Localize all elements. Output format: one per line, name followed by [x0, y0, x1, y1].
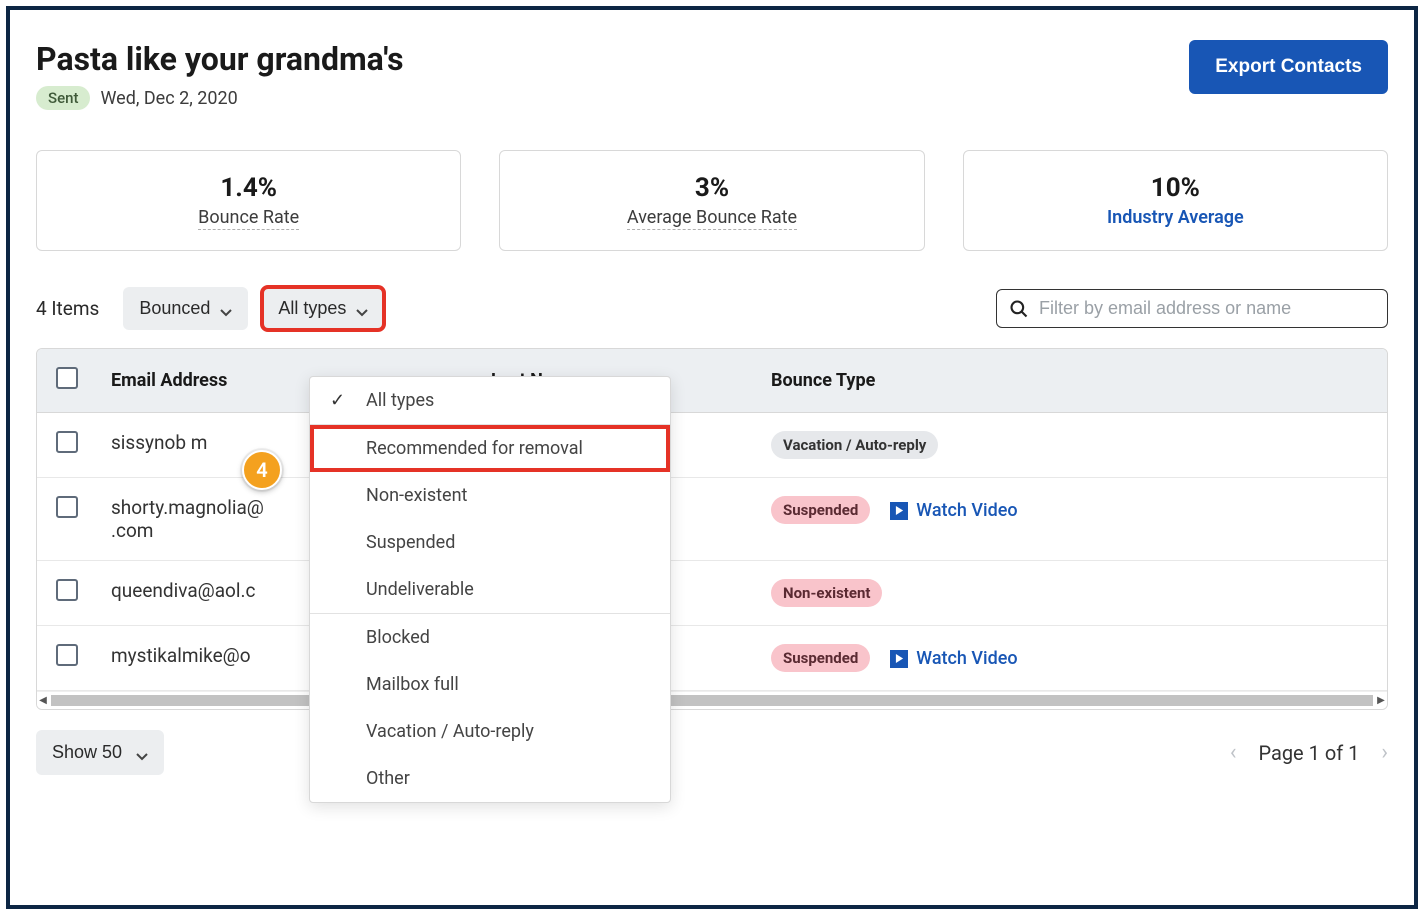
table-header-row: Email Address Last Name Bounce Type [37, 349, 1387, 413]
scroll-left-icon[interactable]: ◀ [37, 693, 49, 707]
stat-label: Average Bounce Rate [627, 207, 797, 230]
cell-bouncetype: Suspended Watch Video [757, 626, 1387, 691]
dropdown-item[interactable]: Mailbox full [310, 661, 670, 708]
contacts-table: Email Address Last Name Bounce Type siss… [37, 349, 1387, 691]
stat-label-link[interactable]: Industry Average [1107, 207, 1244, 229]
watch-video-link[interactable]: Watch Video [890, 648, 1017, 669]
stat-card-avg-bounce-rate: 3% Average Bounce Rate [499, 150, 924, 251]
type-filter-dropdown[interactable]: All typesRecommended for removalNon-exis… [309, 376, 671, 803]
contacts-table-wrap: Email Address Last Name Bounce Type siss… [36, 348, 1388, 710]
footer-row: Show 50 ‹ Page 1 of 1 › [36, 730, 1388, 775]
dropdown-item[interactable]: Undeliverable [310, 566, 670, 613]
bounce-type-badge: Suspended [771, 496, 870, 524]
col-bouncetype[interactable]: Bounce Type [757, 349, 1387, 413]
title-sub-row: Sent Wed, Dec 2, 2020 [36, 86, 404, 110]
scroll-track[interactable] [51, 695, 1373, 706]
stat-value: 1.4% [47, 173, 450, 203]
stats-row: 1.4% Bounce Rate 3% Average Bounce Rate … [36, 150, 1388, 251]
search-field-wrap[interactable] [996, 289, 1388, 328]
stat-value: 3% [510, 173, 913, 203]
table-row: queendiva@aol.cRossNon-existent [37, 561, 1387, 626]
title-block: Pasta like your grandma's Sent Wed, Dec … [36, 40, 404, 110]
dropdown-item[interactable]: Non-existent [310, 472, 670, 519]
watch-video-link[interactable]: Watch Video [890, 500, 1017, 521]
type-filter-select[interactable]: All types [262, 287, 384, 330]
controls-row: 4 Items Bounced All types [36, 287, 1388, 330]
horizontal-scrollbar[interactable]: ◀ ▶ [37, 691, 1387, 709]
cell-bouncetype: Suspended Watch Video [757, 478, 1387, 561]
status-filter-select[interactable]: Bounced [123, 287, 248, 330]
app-frame: Pasta like your grandma's Sent Wed, Dec … [6, 6, 1418, 909]
prev-page-button[interactable]: ‹ [1230, 740, 1237, 765]
row-checkbox[interactable] [56, 431, 78, 453]
header-row: Pasta like your grandma's Sent Wed, Dec … [36, 40, 1388, 110]
table-row: shorty.magnolia@ .comLowe-BridgewaterSus… [37, 478, 1387, 561]
search-icon [1009, 299, 1029, 319]
status-badge: Sent [36, 86, 90, 110]
dropdown-item[interactable]: All types [310, 377, 670, 424]
dropdown-item[interactable]: Other [310, 755, 670, 802]
page-label: Page 1 of 1 [1258, 741, 1359, 765]
next-page-button[interactable]: › [1381, 740, 1388, 765]
chevron-down-icon [136, 747, 148, 759]
play-icon [890, 650, 908, 668]
page-size-label: Show 50 [52, 742, 122, 763]
callout-step-badge: 4 [242, 450, 282, 490]
dropdown-item[interactable]: Recommended for removal [310, 425, 670, 472]
items-count: 4 Items [36, 297, 99, 320]
bounce-type-badge: Suspended [771, 644, 870, 672]
row-checkbox[interactable] [56, 496, 78, 518]
play-icon [890, 502, 908, 520]
stat-value: 10% [974, 173, 1377, 203]
export-contacts-button[interactable]: Export Contacts [1189, 40, 1388, 94]
search-input[interactable] [1039, 298, 1375, 319]
bounce-type-badge: Non-existent [771, 579, 882, 607]
stat-card-industry-avg[interactable]: 10% Industry Average [963, 150, 1388, 251]
dropdown-item[interactable]: Suspended [310, 519, 670, 566]
scroll-right-icon[interactable]: ▶ [1375, 693, 1387, 707]
stat-label: Bounce Rate [198, 207, 299, 230]
row-checkbox[interactable] [56, 579, 78, 601]
type-filter-label: All types [278, 298, 346, 319]
chevron-down-icon [220, 303, 232, 315]
status-filter-label: Bounced [139, 298, 210, 319]
table-row: mystikalmike@oTylerSuspendedWatch Video [37, 626, 1387, 691]
sent-date: Wed, Dec 2, 2020 [100, 88, 237, 109]
dropdown-item[interactable]: Vacation / Auto-reply [310, 708, 670, 755]
row-checkbox[interactable] [56, 644, 78, 666]
page-size-select[interactable]: Show 50 [36, 730, 164, 775]
page-title: Pasta like your grandma's [36, 40, 404, 78]
stat-card-bounce-rate: 1.4% Bounce Rate [36, 150, 461, 251]
bounce-type-badge: Vacation / Auto-reply [771, 431, 938, 459]
chevron-down-icon [356, 303, 368, 315]
table-row: sissynob mGalloVacation / Auto-reply [37, 413, 1387, 478]
cell-bouncetype: Non-existent [757, 561, 1387, 626]
cell-bouncetype: Vacation / Auto-reply [757, 413, 1387, 478]
select-all-checkbox[interactable] [56, 367, 78, 389]
pager: ‹ Page 1 of 1 › [1230, 740, 1388, 765]
col-check [37, 349, 97, 413]
dropdown-item[interactable]: Blocked [310, 614, 670, 661]
